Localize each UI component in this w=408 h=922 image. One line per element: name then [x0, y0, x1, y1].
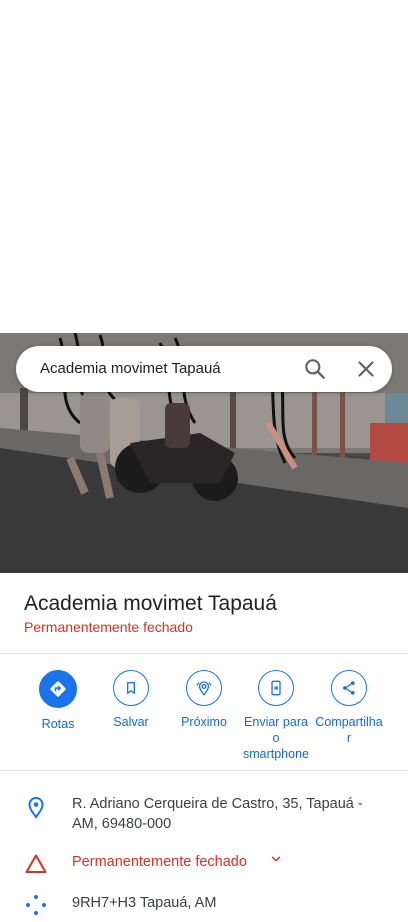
search-icon[interactable]	[302, 356, 328, 382]
share-icon	[331, 670, 367, 706]
plus-code-icon	[24, 893, 48, 917]
send-to-phone-label: Enviar para o smartphone	[238, 714, 314, 762]
address-text[interactable]: R. Adriano Cerqueira de Castro, 35, Tapa…	[72, 794, 363, 834]
map-area[interactable]	[0, 0, 408, 333]
directions-icon	[39, 670, 77, 708]
send-label-line: Enviar para	[244, 715, 308, 729]
directions-button[interactable]: Rotas	[20, 670, 96, 732]
directions-label: Rotas	[41, 717, 75, 731]
nearby-icon	[186, 670, 222, 706]
share-label: Compartilha r	[311, 714, 387, 746]
bookmark-icon	[113, 670, 149, 706]
plus-code-text[interactable]: 9RH7+H3 Tapauá, AM	[72, 893, 216, 913]
warning-icon	[24, 852, 48, 876]
address-line: AM, 69480-000	[72, 816, 172, 832]
send-to-phone-icon	[258, 670, 294, 706]
send-label-line: o	[272, 731, 280, 745]
send-to-phone-button[interactable]: Enviar para o smartphone	[238, 670, 314, 762]
share-button[interactable]: Compartilha r	[311, 670, 387, 746]
status-row[interactable]: Permanentemente fechado	[72, 852, 283, 872]
location-pin-icon	[24, 795, 48, 819]
search-input[interactable]: Academia movimet Tapauá	[40, 360, 221, 377]
close-icon[interactable]	[353, 356, 379, 382]
place-status: Permanentemente fechado	[24, 619, 193, 635]
send-label-line: smartphone	[242, 747, 309, 761]
status-text: Permanentemente fechado	[72, 854, 247, 870]
place-title: Academia movimet Tapauá	[24, 592, 277, 615]
share-label-line: Compartilha	[315, 715, 383, 729]
save-label: Salvar	[113, 715, 149, 729]
nearby-label: Próximo	[181, 715, 227, 729]
save-button[interactable]: Salvar	[93, 670, 169, 730]
divider	[0, 770, 408, 771]
address-line: R. Adriano Cerqueira de Castro, 35, Tapa…	[72, 796, 363, 812]
divider	[0, 653, 408, 654]
nearby-button[interactable]: Próximo	[166, 670, 242, 730]
share-label-line: r	[346, 731, 352, 745]
chevron-down-icon[interactable]	[269, 852, 283, 872]
search-bar[interactable]: Academia movimet Tapauá	[16, 346, 392, 392]
